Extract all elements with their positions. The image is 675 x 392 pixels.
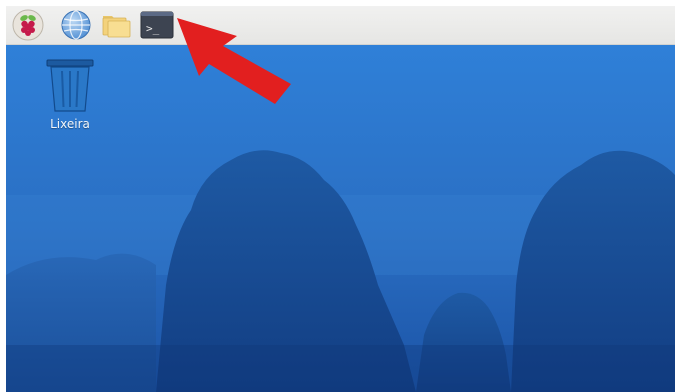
desktop: Lixeira bbox=[6, 45, 675, 392]
terminal-glyph: >_ bbox=[146, 22, 160, 35]
web-browser-button[interactable] bbox=[60, 9, 92, 41]
wallpaper-image bbox=[6, 45, 675, 392]
file-manager-button[interactable] bbox=[100, 9, 132, 41]
taskbar: >_ bbox=[6, 6, 675, 45]
globe-icon bbox=[61, 10, 91, 40]
screen: >_ Lixeira bbox=[0, 0, 675, 392]
terminal-icon: >_ bbox=[140, 11, 174, 39]
raspberry-icon bbox=[12, 9, 44, 41]
trash-label: Lixeira bbox=[50, 117, 90, 131]
trash-icon bbox=[46, 59, 94, 112]
trash-desktop-item[interactable]: Lixeira bbox=[40, 55, 100, 135]
terminal-button[interactable]: >_ bbox=[140, 9, 174, 41]
folder-icon bbox=[102, 16, 131, 38]
raspberry-menu-button[interactable] bbox=[12, 9, 44, 41]
